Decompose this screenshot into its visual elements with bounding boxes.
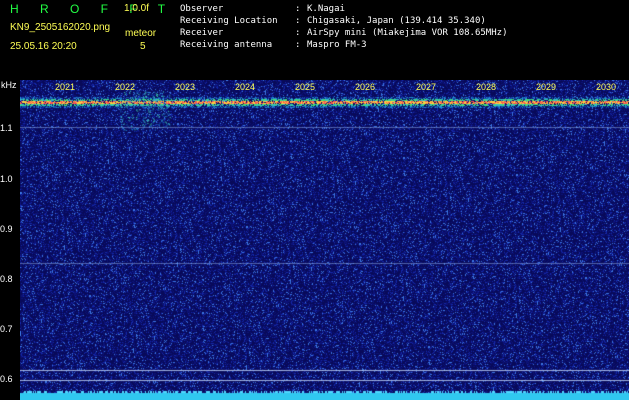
y-tick-label: 1.1 <box>0 123 13 133</box>
meta-key: Receiving Location <box>180 16 278 26</box>
year-label: 2024 <box>235 82 256 92</box>
meta-value: AirSpy mini (Miakejima VOR 108.65MHz) <box>307 28 508 38</box>
meta-key: Observer <box>180 4 224 14</box>
meta-row-location: Receiving Location: Chigasaki, Japan (139… <box>180 15 507 27</box>
y-tick-label: 0.6 <box>0 374 13 384</box>
observation-datetime: 25.05.16 20:20 <box>10 41 77 52</box>
year-label: 2022 <box>115 82 136 92</box>
meta-value: Maspro FM-3 <box>307 40 367 50</box>
spectrogram-panel: kHz 1.1 1.0 0.9 0.8 0.7 0.6 2021 2022 20… <box>0 80 629 400</box>
observation-metadata: Observer: K.Nagai Receiving Location: Chig… <box>180 3 507 51</box>
y-axis-unit: kHz <box>1 80 17 90</box>
year-label: 2026 <box>355 82 376 92</box>
meta-separator: : <box>295 28 301 38</box>
meta-separator: : <box>295 4 301 14</box>
app-version: 1.0.0f <box>124 3 150 14</box>
app-brand: H R O F F T <box>10 2 175 16</box>
meta-key: Receiver <box>180 28 224 38</box>
meta-separator: : <box>295 40 301 50</box>
y-tick-label: 1.0 <box>0 174 13 184</box>
meta-separator: : <box>295 16 301 26</box>
header: H R O F F T 1.0.0f KN9_2505162020.png me… <box>0 0 629 80</box>
year-label: 2025 <box>295 82 316 92</box>
y-tick-label: 0.9 <box>0 224 13 234</box>
meta-value: K.Nagai <box>307 4 345 14</box>
meteor-label: meteor <box>125 28 157 39</box>
year-label: 2027 <box>416 82 437 92</box>
spectrogram-canvas <box>20 80 629 400</box>
y-tick-label: 0.7 <box>0 324 13 334</box>
meta-key: Receiving antenna <box>180 40 273 50</box>
year-label: 2030 <box>596 82 617 92</box>
file-name: KN9_2505162020.png <box>10 22 111 33</box>
year-label: 2023 <box>175 82 196 92</box>
meta-value: Chigasaki, Japan (139.414 35.340) <box>307 16 486 26</box>
year-label: 2021 <box>55 82 76 92</box>
meta-row-antenna: Receiving antenna: Maspro FM-3 <box>180 39 507 51</box>
meta-row-observer: Observer: K.Nagai <box>180 3 507 15</box>
meta-row-receiver: Receiver: AirSpy mini (Miakejima VOR 108.… <box>180 27 507 39</box>
year-label: 2028 <box>476 82 497 92</box>
meteor-count: 5 <box>140 41 146 52</box>
year-label: 2029 <box>536 82 557 92</box>
y-tick-label: 0.8 <box>0 274 13 284</box>
